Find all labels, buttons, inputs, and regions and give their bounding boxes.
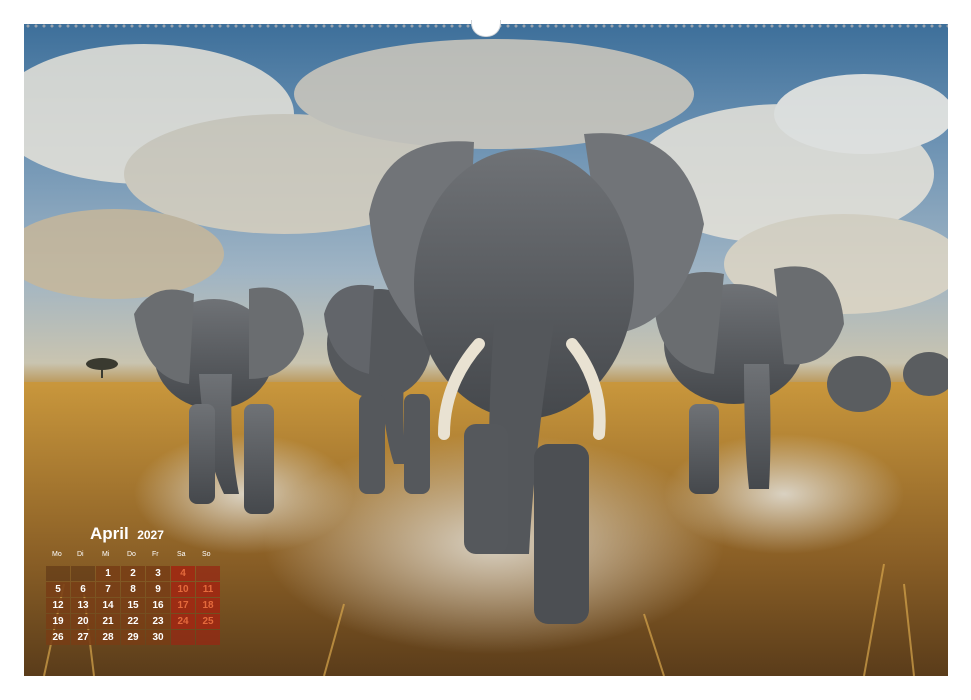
day-cell: 16 bbox=[146, 598, 170, 613]
day-cell: 12 bbox=[46, 598, 70, 613]
day-cell: 3 bbox=[146, 566, 170, 581]
day-cell: 19 bbox=[46, 614, 70, 629]
day-cell: 5 bbox=[46, 582, 70, 597]
weekday-label: Mo bbox=[52, 551, 62, 558]
calendar-year: 2027 bbox=[137, 528, 164, 542]
weekday-label: Fr bbox=[152, 551, 159, 558]
day-cell: 8 bbox=[121, 582, 145, 597]
day-cell: 9 bbox=[146, 582, 170, 597]
day-cell: 10 bbox=[171, 582, 195, 597]
day-cell: 17 bbox=[171, 598, 195, 613]
day-cell bbox=[46, 566, 70, 581]
day-cell bbox=[196, 566, 220, 581]
day-cell: 26 bbox=[46, 630, 70, 645]
day-cell bbox=[196, 630, 220, 645]
day-cell: 27 bbox=[71, 630, 95, 645]
day-cell: 18 bbox=[196, 598, 220, 613]
day-cell bbox=[71, 566, 95, 581]
weekday-label: Do bbox=[127, 551, 136, 558]
calendar-month: April bbox=[90, 524, 129, 543]
day-cell: 21 bbox=[96, 614, 120, 629]
calendar-title: April 2027 bbox=[90, 524, 164, 544]
day-cell: 28 bbox=[96, 630, 120, 645]
day-cell: 14 bbox=[96, 598, 120, 613]
day-cell: 4 bbox=[171, 566, 195, 581]
day-cell: 15 bbox=[121, 598, 145, 613]
calendar-grid: Mo Di Mi Do Fr Sa So 1 2 3 4 5 6 7 8 9 1… bbox=[46, 550, 220, 645]
day-cell: 25 bbox=[196, 614, 220, 629]
day-cell: 6 bbox=[71, 582, 95, 597]
day-cell: 13 bbox=[71, 598, 95, 613]
month-calendar: April 2027 Mo Di Mi Do Fr Sa So 1 2 3 4 … bbox=[46, 520, 226, 645]
day-cell: 24 bbox=[171, 614, 195, 629]
day-cell bbox=[171, 630, 195, 645]
day-cell: 23 bbox=[146, 614, 170, 629]
day-cell: 29 bbox=[121, 630, 145, 645]
day-cell: 11 bbox=[196, 582, 220, 597]
day-cell: 1 bbox=[96, 566, 120, 581]
day-cell: 22 bbox=[121, 614, 145, 629]
weekday-label: Di bbox=[77, 551, 84, 558]
weekday-label: Sa bbox=[177, 551, 186, 558]
weekday-label: Mi bbox=[102, 551, 110, 558]
day-cell: 20 bbox=[71, 614, 95, 629]
calendar-page: April 2027 Mo Di Mi Do Fr Sa So 1 2 3 4 … bbox=[0, 0, 971, 700]
day-cell: 2 bbox=[121, 566, 145, 581]
weekday-label: So bbox=[202, 551, 211, 558]
day-cell: 7 bbox=[96, 582, 120, 597]
day-cell: 30 bbox=[146, 630, 170, 645]
